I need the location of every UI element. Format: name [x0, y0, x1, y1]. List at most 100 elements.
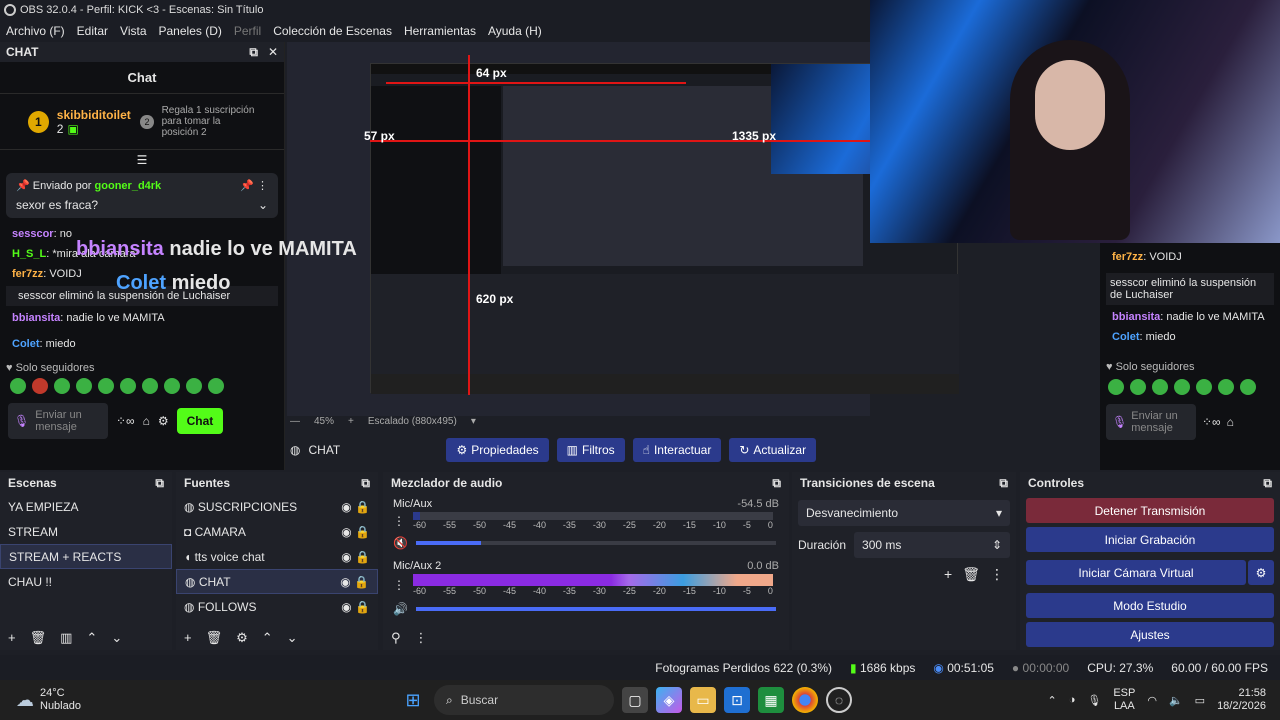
- emote-icon[interactable]: [54, 378, 70, 394]
- volume-icon[interactable]: 🔈: [1169, 694, 1183, 707]
- mic-icon[interactable]: 🎙: [1112, 415, 1127, 429]
- add-icon[interactable]: +: [184, 630, 192, 646]
- source-item-selected[interactable]: ◍ CHAT ◉ 🔒: [176, 569, 378, 594]
- gear-icon[interactable]: ⚙: [236, 630, 248, 646]
- weather-widget[interactable]: ☁ 24°C Nublado: [0, 687, 400, 713]
- file-explorer-icon[interactable]: ▭: [690, 687, 716, 713]
- right-chat-input[interactable]: 🎙 Enviar un mensaje: [1106, 404, 1196, 440]
- copilot-icon[interactable]: ◈: [656, 687, 682, 713]
- scale-select[interactable]: Escalado (880x495): [368, 416, 457, 430]
- caret-down-icon[interactable]: ▾: [471, 416, 476, 430]
- float-icon[interactable]: ⧉: [999, 476, 1008, 491]
- float-icon[interactable]: ⧉: [249, 45, 258, 60]
- lock-icon[interactable]: 🔒: [355, 500, 370, 514]
- start-recording-button[interactable]: Iniciar Grabación: [1026, 527, 1274, 552]
- add-icon[interactable]: +: [8, 630, 16, 646]
- up-icon[interactable]: ⌃: [86, 630, 97, 646]
- scene-item[interactable]: CHAU !!: [0, 569, 172, 594]
- mic-icon[interactable]: 🎙: [14, 414, 29, 428]
- menu-herramientas[interactable]: Herramientas: [404, 24, 476, 38]
- duration-field[interactable]: 300 ms ⇕: [854, 532, 1010, 558]
- lock-icon[interactable]: 🔒: [355, 550, 370, 564]
- kebab-icon[interactable]: ⋮: [415, 630, 428, 646]
- muted-speaker-icon[interactable]: 🔇: [393, 536, 408, 550]
- scene-item-selected[interactable]: STREAM + REACTS: [0, 544, 172, 569]
- emote-icon[interactable]: [10, 378, 26, 394]
- wifi-icon[interactable]: ◠: [1147, 694, 1157, 707]
- vcam-settings-icon[interactable]: ⚙: [1248, 560, 1274, 585]
- add-icon[interactable]: +: [944, 566, 952, 583]
- menu-vista[interactable]: Vista: [120, 24, 146, 38]
- store-icon[interactable]: ⌂: [143, 414, 150, 428]
- eye-icon[interactable]: ◉: [341, 500, 351, 514]
- down-icon[interactable]: ⌄: [287, 630, 298, 646]
- close-icon[interactable]: ✕: [268, 45, 278, 60]
- scene-item[interactable]: STREAM: [0, 519, 172, 544]
- language-indicator[interactable]: ESP LAA: [1113, 687, 1135, 713]
- eye-icon[interactable]: ◉: [341, 525, 351, 539]
- kebab-icon[interactable]: ⋮: [990, 566, 1004, 583]
- trash-icon[interactable]: 🗑: [30, 630, 47, 646]
- up-icon[interactable]: ⌃: [262, 630, 273, 646]
- emote-icon[interactable]: [76, 378, 92, 394]
- source-item[interactable]: ◍ FOLLOWS ◉ 🔒: [176, 594, 378, 619]
- unpin-icon[interactable]: 📌: [240, 180, 254, 192]
- properties-button[interactable]: ⚙ Propiedades: [446, 438, 549, 462]
- mic-icon[interactable]: 🎙: [1087, 694, 1101, 707]
- spreadsheet-icon[interactable]: ▦: [758, 687, 784, 713]
- lock-icon[interactable]: 🔒: [355, 600, 370, 614]
- more-icon[interactable]: ⋮: [257, 180, 268, 192]
- eye-icon[interactable]: ◉: [340, 575, 350, 589]
- menu-editar[interactable]: Editar: [77, 24, 108, 38]
- battery-icon[interactable]: ▭: [1195, 694, 1205, 707]
- refresh-button[interactable]: ↻ Actualizar: [729, 438, 817, 462]
- kebab-icon[interactable]: ⋮: [393, 514, 405, 528]
- tray-app-icon[interactable]: ◑: [1069, 694, 1076, 706]
- source-item[interactable]: ◘ CAMARA ◉ 🔒: [176, 519, 378, 544]
- clock[interactable]: 21:58 18/2/2026: [1217, 687, 1266, 713]
- float-icon[interactable]: ⧉: [361, 476, 370, 491]
- emote-icon[interactable]: [186, 378, 202, 394]
- expand-icon[interactable]: ☰: [0, 150, 284, 167]
- dots-icon[interactable]: ⁘∞: [1202, 415, 1221, 429]
- stop-stream-button[interactable]: Detener Transmisión: [1026, 498, 1274, 523]
- filters-button[interactable]: ▥ Filtros: [556, 438, 625, 462]
- pinned-user[interactable]: gooner_d4rk: [95, 180, 162, 192]
- lock-icon[interactable]: 🔒: [355, 525, 370, 539]
- zoom-out-icon[interactable]: —: [290, 416, 300, 430]
- settings-button[interactable]: Ajustes: [1026, 622, 1274, 647]
- chrome-icon[interactable]: [792, 687, 818, 713]
- chat-input[interactable]: 🎙 Enviar un mensaje: [8, 403, 108, 439]
- filter-icon[interactable]: ▥: [60, 630, 72, 646]
- menu-paneles[interactable]: Paneles (D): [159, 24, 222, 38]
- task-view-icon[interactable]: ▢: [622, 687, 648, 713]
- eye-icon[interactable]: ◉: [341, 550, 351, 564]
- emote-icon[interactable]: [164, 378, 180, 394]
- volume-slider[interactable]: [415, 541, 776, 545]
- menu-coleccion[interactable]: Colección de Escenas: [273, 24, 392, 38]
- scene-item[interactable]: YA EMPIEZA: [0, 494, 172, 519]
- chevron-up-icon[interactable]: ⌃: [1047, 694, 1056, 707]
- emote-icon[interactable]: [120, 378, 136, 394]
- chat-send-button[interactable]: Chat: [176, 408, 224, 434]
- source-item[interactable]: ◍ SUSCRIPCIONES ◉ 🔒: [176, 494, 378, 519]
- transition-select[interactable]: Desvanecimiento ▾: [798, 500, 1010, 526]
- lock-icon[interactable]: 🔒: [354, 575, 369, 589]
- store-icon[interactable]: ⊡: [724, 687, 750, 713]
- menu-perfil[interactable]: Perfil: [234, 24, 261, 38]
- kebab-icon[interactable]: ⋮: [393, 578, 405, 592]
- float-icon[interactable]: ⧉: [772, 476, 781, 491]
- link-icon[interactable]: ⚲: [391, 630, 401, 646]
- emote-icon[interactable]: [98, 378, 114, 394]
- menu-ayuda[interactable]: Ayuda (H): [488, 24, 542, 38]
- trash-icon[interactable]: 🗑: [962, 566, 980, 583]
- taskbar-search[interactable]: ⌕ Buscar: [434, 685, 614, 715]
- trash-icon[interactable]: 🗑: [206, 630, 223, 646]
- source-item[interactable]: ◖ tts voice chat ◉ 🔒: [176, 544, 378, 569]
- top-user[interactable]: skibbiditoilet: [57, 108, 133, 122]
- emote-icon[interactable]: [32, 378, 48, 394]
- gear-icon[interactable]: ⚙: [158, 414, 169, 428]
- start-virtual-camera-button[interactable]: Iniciar Cámara Virtual: [1026, 560, 1246, 585]
- speaker-icon[interactable]: 🔊: [393, 602, 408, 616]
- zoom-in-icon[interactable]: +: [348, 416, 354, 430]
